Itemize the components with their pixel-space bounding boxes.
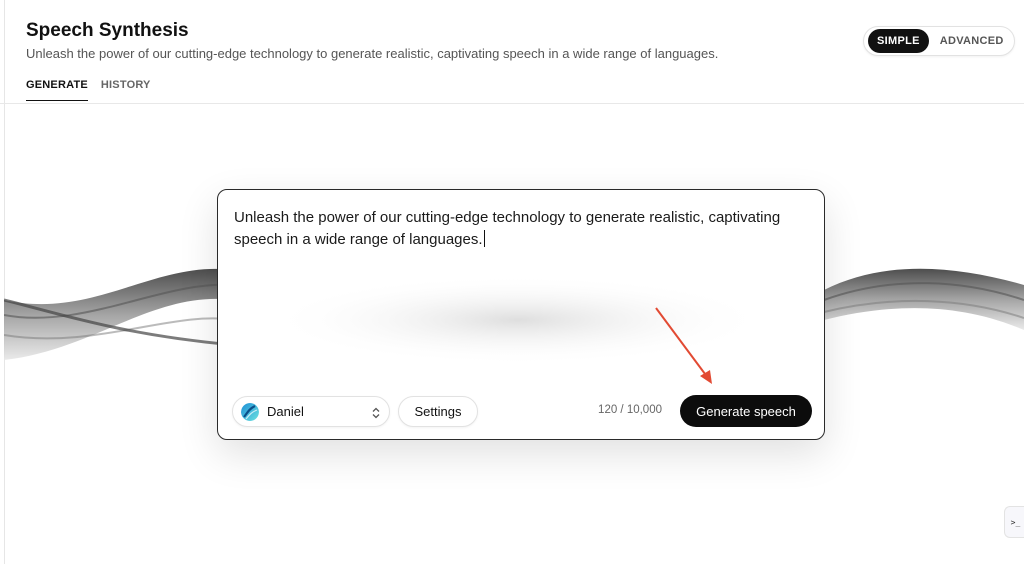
page-header: Speech Synthesis Unleash the power of ou…	[0, 0, 1024, 104]
page-subtitle: Unleash the power of our cutting-edge te…	[26, 46, 719, 61]
tab-history[interactable]: HISTORY	[101, 79, 151, 101]
character-count: 120 / 10,000	[598, 404, 662, 416]
terminal-icon: >_	[1010, 517, 1021, 527]
speech-input-card: Unleash the power of our cutting-edge te…	[217, 189, 825, 440]
settings-button[interactable]: Settings	[398, 396, 478, 427]
mode-simple-button[interactable]: SIMPLE	[868, 29, 929, 53]
voice-name: Daniel	[267, 404, 304, 419]
speech-text-content: Unleash the power of our cutting-edge te…	[234, 209, 781, 248]
mode-toggle: SIMPLE ADVANCED	[863, 26, 1015, 56]
chevron-up-down-icon	[371, 406, 381, 418]
text-caret	[483, 230, 485, 247]
page-title: Speech Synthesis	[26, 20, 189, 41]
tab-generate[interactable]: GENERATE	[26, 79, 88, 101]
voice-selector[interactable]: Daniel	[232, 396, 390, 427]
gradient-orb-avatar-icon	[241, 402, 259, 421]
side-widget-tab[interactable]: >_	[1004, 506, 1024, 538]
tab-bar: GENERATE HISTORY	[26, 79, 151, 101]
card-wave-glow	[268, 275, 768, 365]
speech-text-input[interactable]: Unleash the power of our cutting-edge te…	[234, 207, 814, 251]
generate-speech-button[interactable]: Generate speech	[680, 395, 812, 427]
mode-advanced-button[interactable]: ADVANCED	[931, 29, 1013, 53]
